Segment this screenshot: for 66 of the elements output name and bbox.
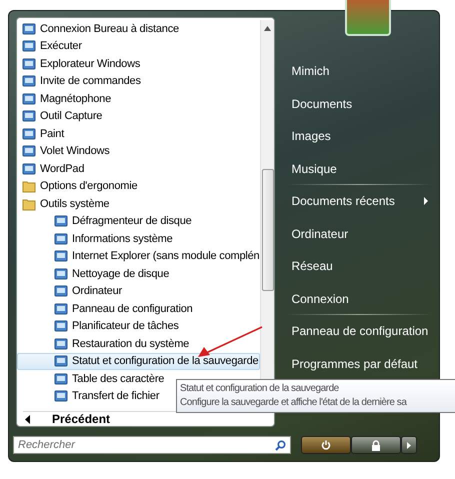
tooltip-title: Statut et configuration de la sauvegarde — [180, 382, 340, 396]
back-button[interactable]: Précédent — [23, 412, 110, 426]
app-icon — [22, 126, 36, 141]
menu-item[interactable]: Volet Windows — [17, 142, 260, 160]
menu-item[interactable]: Ordinateur — [17, 282, 260, 300]
lock-button[interactable] — [351, 436, 401, 454]
options-button[interactable] — [401, 436, 417, 454]
power-button[interactable] — [301, 436, 351, 454]
app-icon — [54, 389, 68, 404]
menu-item[interactable]: Statut et configuration de la sauvegarde — [17, 352, 260, 370]
menu-item[interactable]: Défragmenteur de disque — [17, 212, 260, 230]
lock-icon — [371, 440, 381, 450]
menu-link[interactable]: Réseau — [287, 250, 432, 282]
app-icon — [54, 284, 68, 298]
app-icon — [22, 144, 36, 158]
menu-link[interactable]: Images — [287, 120, 432, 152]
menu-item[interactable]: Invite de commandes — [17, 72, 260, 90]
menu-link[interactable]: Ordinateur — [287, 218, 432, 250]
menu-item[interactable]: Explorateur Windows — [17, 55, 260, 72]
search-field[interactable]: Rechercher — [13, 436, 291, 454]
menu-link[interactable]: Mimich — [287, 55, 432, 88]
app-icon — [22, 162, 36, 176]
app-icon — [22, 74, 36, 88]
search-icon — [275, 440, 286, 451]
app-icon — [54, 266, 68, 281]
app-icon — [54, 214, 68, 228]
scrollbar-thumb[interactable] — [262, 169, 274, 291]
menu-item[interactable]: Internet Explorer (sans module complén — [17, 248, 260, 265]
menu-item[interactable]: Outils système — [17, 195, 260, 212]
menu-item[interactable]: Panneau de configuration — [17, 300, 260, 318]
app-icon — [22, 56, 36, 71]
app-icon — [22, 22, 36, 36]
menu-item[interactable]: Options d'ergonomie — [17, 178, 260, 195]
menu-item[interactable]: Exécuter — [17, 38, 260, 55]
menu-item[interactable]: Magnétophone — [17, 90, 260, 108]
app-icon — [22, 92, 36, 106]
tooltip-description: Configure la sauvegarde et affiche l'état de la dernière sa — [180, 396, 408, 410]
menu-link[interactable]: Programmes par défaut — [287, 348, 432, 380]
app-icon — [54, 336, 68, 351]
user-picture[interactable] — [345, 0, 391, 36]
menu-item[interactable]: Paint — [17, 125, 260, 142]
scroll-up-icon[interactable] — [264, 26, 272, 31]
right-arrow-icon — [407, 442, 411, 448]
menu-item[interactable]: Connexion Bureau à distance — [17, 20, 260, 38]
app-icon — [22, 109, 36, 124]
menu-link[interactable]: Documents — [287, 88, 432, 120]
folder-icon — [22, 179, 36, 194]
app-icon — [54, 302, 68, 316]
app-icon — [54, 232, 68, 246]
left-arrow-icon — [25, 414, 30, 424]
menu-item[interactable]: Informations système — [17, 230, 260, 248]
menu-link[interactable]: Documents récents — [287, 185, 432, 218]
menu-item[interactable]: Planificateur de tâches — [17, 318, 260, 335]
power-icon — [321, 440, 331, 450]
menu-item[interactable]: Nettoyage de disque — [17, 265, 260, 282]
menu-item[interactable]: Outil Capture — [17, 108, 260, 125]
menu-item[interactable]: Restauration du système — [17, 335, 260, 352]
right-arrow-icon — [424, 197, 428, 206]
app-icon — [54, 372, 68, 386]
folder-icon — [22, 196, 36, 211]
app-icon — [54, 319, 68, 334]
app-icon — [22, 39, 36, 54]
app-icon — [54, 249, 68, 264]
menu-link[interactable]: Panneau de configuration — [287, 315, 432, 348]
menu-item[interactable]: WordPad — [17, 160, 260, 178]
app-icon — [54, 354, 68, 368]
